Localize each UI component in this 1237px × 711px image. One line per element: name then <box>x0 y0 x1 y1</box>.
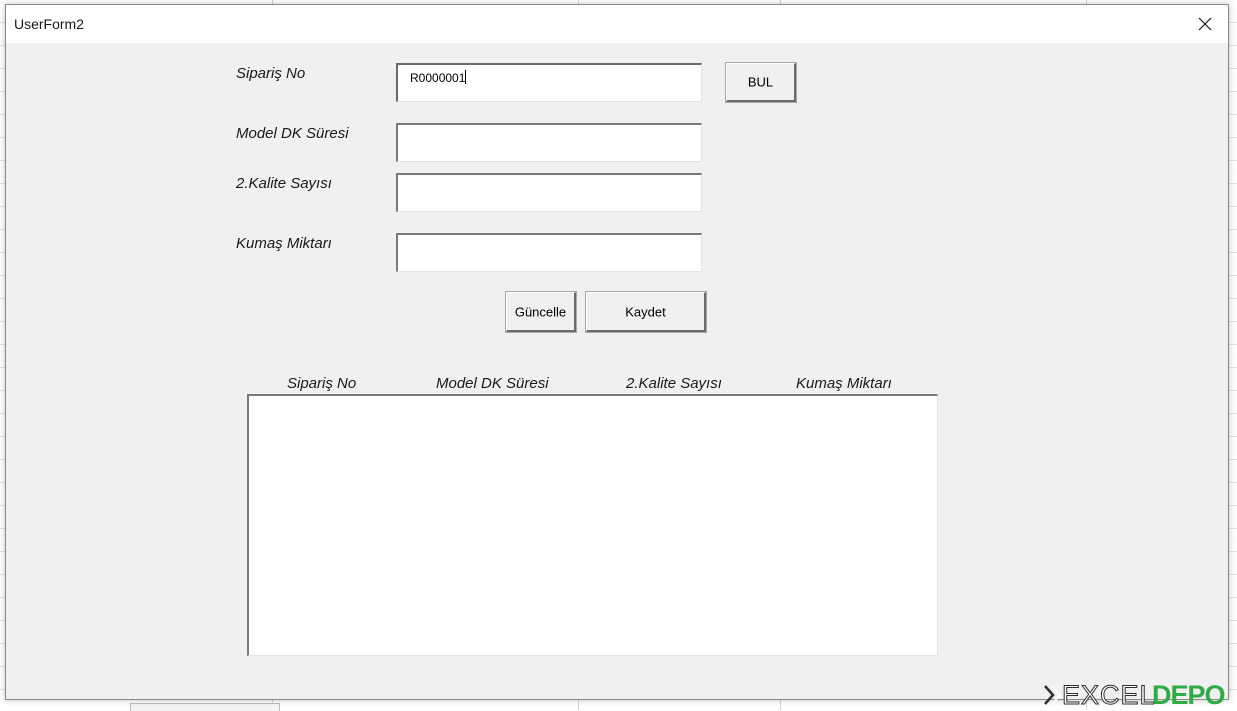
window-title: UserForm2 <box>14 16 85 32</box>
watermark-depo-text: DEPO <box>1152 680 1226 710</box>
text-caret <box>465 70 467 84</box>
list-header-kalite-sayisi: 2.Kalite Sayısı <box>626 375 722 392</box>
kaydet-button-label: Kaydet <box>625 304 666 319</box>
close-icon <box>1198 17 1212 31</box>
bul-button[interactable]: BUL <box>725 62 797 103</box>
kalite-sayisi-input[interactable] <box>396 173 702 212</box>
results-listbox[interactable] <box>247 394 938 656</box>
bul-button-label: BUL <box>747 74 774 90</box>
guncelle-button-label: Güncelle <box>514 304 567 319</box>
close-button[interactable] <box>1182 5 1228 43</box>
excel-depo-watermark: EXCEL DEPO <box>1040 680 1237 710</box>
guncelle-button[interactable]: Güncelle <box>505 291 577 333</box>
list-header-kumas-miktari: Kumaş Miktarı <box>796 375 892 392</box>
userform-window: UserForm2 Sipariş No Model DK Süresi 2.K… <box>5 4 1229 700</box>
list-header-model-dk-suresi: Model DK Süresi <box>436 375 549 392</box>
label-kalite-sayisi: 2.Kalite Sayısı <box>236 175 332 192</box>
siparis-no-input[interactable]: R0000001 <box>396 63 702 102</box>
kumas-miktari-input[interactable] <box>396 233 702 272</box>
label-siparis-no: Sipariş No <box>236 65 306 82</box>
watermark-x-icon <box>1044 685 1062 705</box>
label-kumas-miktari: Kumaş Miktarı <box>236 235 332 252</box>
model-dk-suresi-input[interactable] <box>396 123 702 162</box>
kaydet-button[interactable]: Kaydet <box>585 291 707 333</box>
siparis-no-value: R0000001 <box>410 71 466 85</box>
label-model-dk-suresi: Model DK Süresi <box>236 125 349 142</box>
list-header-siparis-no: Sipariş No <box>287 375 357 392</box>
titlebar[interactable]: UserForm2 <box>6 5 1228 43</box>
watermark-excel-text: EXCEL <box>1062 680 1156 710</box>
